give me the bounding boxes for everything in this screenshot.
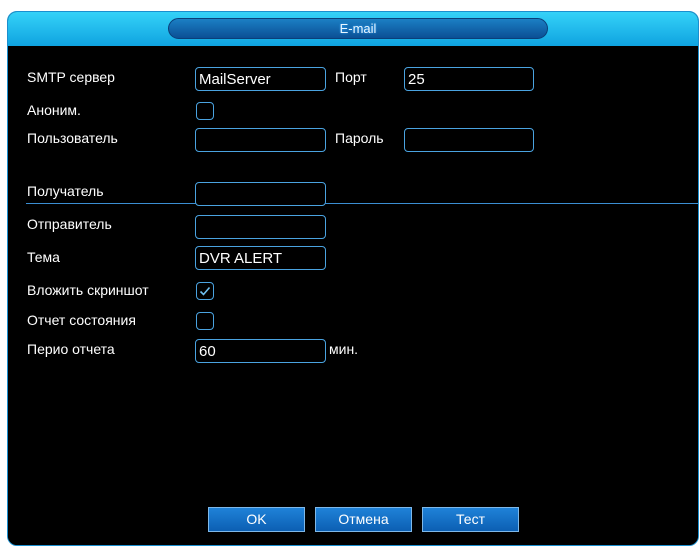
smtp-server-label: SMTP сервер — [27, 69, 115, 85]
settings-panel: SMTP сервер MailServer Порт 25 Аноним. П… — [8, 46, 698, 545]
title-pill: E-mail — [168, 18, 548, 39]
password-label: Пароль — [335, 130, 384, 146]
user-label: Пользователь — [27, 130, 118, 146]
report-period-unit: мин. — [329, 341, 359, 357]
recipient-label: Получатель — [27, 183, 104, 199]
status-report-label: Отчет состояния — [27, 312, 136, 328]
window-title: E-mail — [339, 21, 377, 36]
port-input[interactable]: 25 — [404, 67, 534, 91]
cancel-button[interactable]: Отмена — [315, 507, 412, 532]
recipient-input[interactable] — [195, 182, 326, 206]
report-period-label: Перио отчета — [27, 341, 115, 357]
ok-button[interactable]: OK — [208, 507, 305, 532]
test-button[interactable]: Тест — [422, 507, 519, 532]
sender-input[interactable] — [195, 215, 326, 239]
email-settings-window: E-mail SMTP сервер MailServer Порт 25 Ан… — [7, 11, 699, 546]
subject-label: Тема — [27, 249, 60, 265]
user-input[interactable] — [195, 128, 326, 152]
anonymous-checkbox[interactable] — [196, 102, 214, 120]
attach-snapshot-checkbox[interactable] — [196, 282, 214, 300]
checkmark-icon — [199, 286, 211, 296]
password-input[interactable] — [404, 128, 534, 152]
attach-snapshot-label: Вложить скриншот — [27, 282, 149, 298]
anonymous-label: Аноним. — [27, 102, 81, 118]
report-period-input[interactable]: 60 — [195, 339, 326, 363]
smtp-server-input[interactable]: MailServer — [195, 67, 326, 91]
section-divider — [26, 203, 698, 204]
port-label: Порт — [335, 69, 367, 85]
title-bar: E-mail — [8, 12, 698, 46]
status-report-checkbox[interactable] — [196, 312, 214, 330]
subject-input[interactable]: DVR ALERT — [195, 246, 326, 270]
sender-label: Отправитель — [27, 216, 112, 232]
